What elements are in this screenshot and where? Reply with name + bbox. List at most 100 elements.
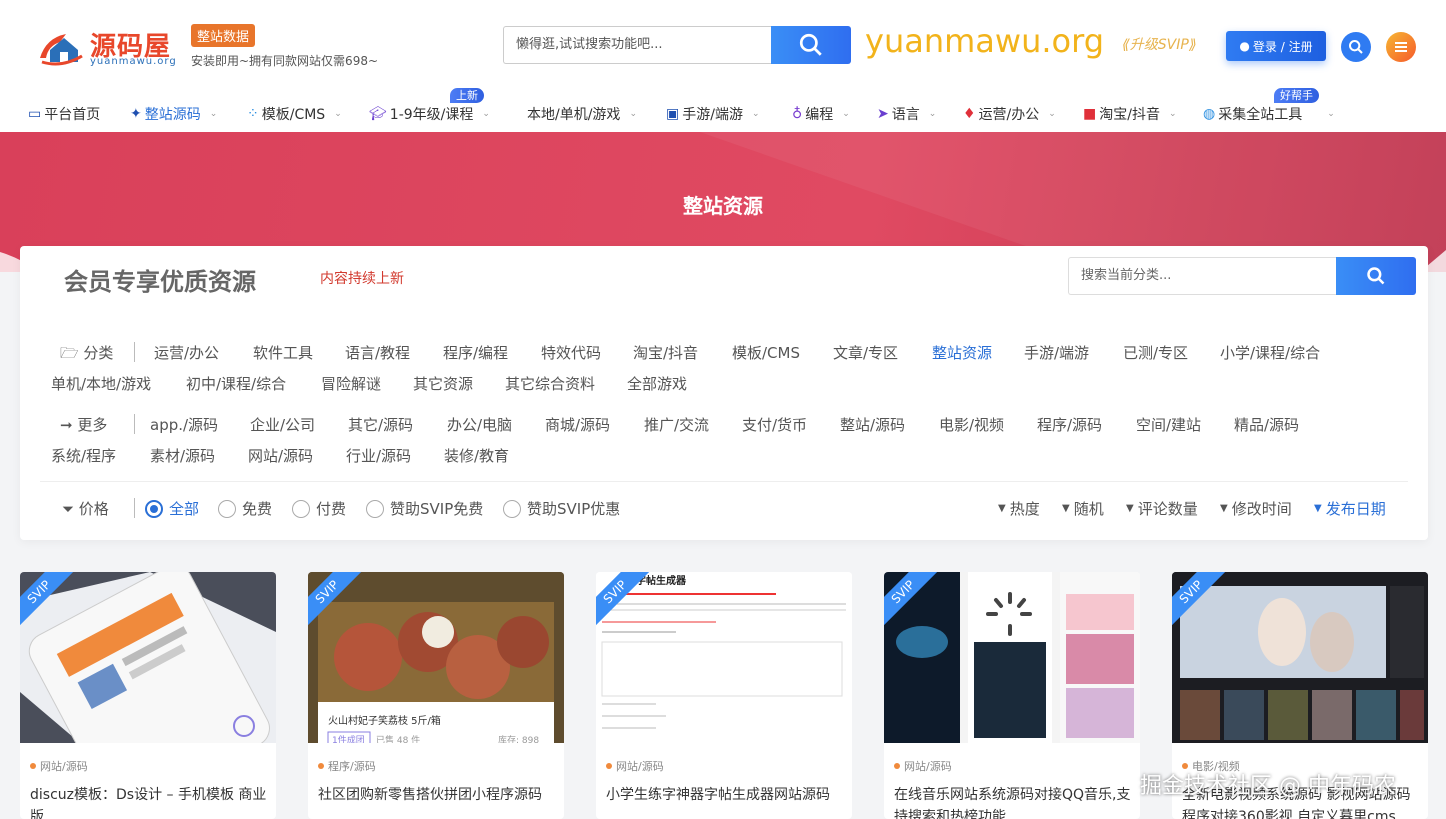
price-label: ⏷ 价格 (62, 498, 109, 519)
card-thumbnail[interactable]: 火山村妃子笑荔枝 5斤/箱 1件成团 已售 48 件 库存: 898 SVIP (308, 572, 564, 743)
tag-link[interactable]: 企业/公司 (250, 414, 315, 435)
nav-item-local-games[interactable]: 本地/单机/游戏 ⌄ (527, 104, 637, 124)
upgrade-svip-link[interactable]: ⟪升级SVIP⟫ (1122, 34, 1197, 54)
caret-down-icon: ▼ (1062, 503, 1070, 514)
category-link[interactable]: 单机/本地/游戏 (51, 373, 151, 394)
login-register-button[interactable]: ● 登录 / 注册 (1226, 31, 1326, 61)
price-option-free[interactable]: 免费 (218, 498, 272, 519)
tag-link[interactable]: 网站/源码 (248, 445, 313, 466)
card-category[interactable]: 网站/源码 (894, 758, 952, 774)
search-circle-button[interactable] (1341, 32, 1371, 62)
card-title[interactable]: 小学生练字神器字帖生成器网站源码 (606, 784, 846, 806)
category-link[interactable]: 程序/编程 (443, 342, 508, 363)
card-category-label: 程序/源码 (328, 760, 376, 773)
category-search-input[interactable]: 搜索当前分类... (1068, 257, 1336, 295)
lightbulb-icon: ♁ (792, 106, 803, 122)
category-link[interactable]: 已测/专区 (1123, 342, 1188, 363)
category-link[interactable]: 初中/课程/综合 (186, 373, 286, 394)
category-link-active[interactable]: 整站资源 (932, 342, 992, 363)
tag-link[interactable]: 电影/视频 (939, 414, 1004, 435)
nav-item-collect-tools[interactable]: ◍ 采集全站工具 ⌄ (1203, 104, 1335, 124)
category-link[interactable]: 其它综合资料 (505, 373, 595, 394)
tag-link[interactable]: 商城/源码 (545, 414, 610, 435)
tag-link[interactable]: 装修/教育 (444, 445, 509, 466)
category-link[interactable]: 软件工具 (253, 342, 313, 363)
chevron-down-icon: ⌄ (334, 109, 342, 119)
nav-item-taobao[interactable]: ■ 淘宝/抖音 ⌄ (1083, 104, 1177, 124)
sort-comments[interactable]: ▼ 评论数量 (1126, 498, 1198, 519)
category-search-button[interactable] (1336, 257, 1416, 295)
tag-link[interactable]: 推广/交流 (644, 414, 709, 435)
price-option-all[interactable]: 全部 (145, 498, 199, 519)
card-category[interactable]: 网站/源码 (30, 758, 88, 774)
category-link[interactable]: 冒险解谜 (321, 373, 381, 394)
card-thumbnail[interactable]: SVIP (884, 572, 1140, 743)
tag-link[interactable]: 办公/电脑 (447, 414, 512, 435)
card-category-label: 网站/源码 (40, 760, 88, 773)
category-link[interactable]: 语言/教程 (345, 342, 410, 363)
tag-link[interactable]: 行业/源码 (346, 445, 411, 466)
tag-link[interactable]: 精品/源码 (1234, 414, 1299, 435)
thumb-stock: 库存: 898 (498, 734, 539, 743)
nav-label: 平台首页 (44, 107, 101, 123)
card-category[interactable]: 程序/源码 (318, 758, 376, 774)
card-title[interactable]: discuz模板：Ds设计 – 手机模板 商业版 (30, 784, 270, 819)
category-link[interactable]: 文章/专区 (833, 342, 898, 363)
nav-item-template-cms[interactable]: ⁘ 模板/CMS ⌄ (247, 104, 342, 124)
card-thumbnail[interactable]: SVIP (1172, 572, 1428, 743)
global-search-button[interactable] (771, 26, 851, 64)
tag-link[interactable]: 其它/源码 (348, 414, 413, 435)
category-link[interactable]: 手游/端游 (1024, 342, 1089, 363)
card-thumbnail[interactable]: SVIP (20, 572, 276, 743)
category-link[interactable]: 其它资源 (413, 373, 473, 394)
tagline: 安装即用~拥有同款网站仅需698~ (191, 54, 379, 68)
resource-card[interactable]: SVIP 网站/源码 discuz模板：Ds设计 – 手机模板 商业版 (20, 572, 276, 819)
card-thumbnail[interactable]: 字帖生成器 SVIP (596, 572, 852, 743)
resource-card[interactable]: SVIP 网站/源码 在线音乐网站系统源码对接QQ音乐,支持搜索和热榜功能 (884, 572, 1140, 819)
resource-card[interactable]: 字帖生成器 SVIP 网站/源码 小学生练字神器字帖生成器网站源码 (596, 572, 852, 819)
site-logo[interactable]: 源码屋 yuanmawu.org (36, 24, 176, 72)
category-link[interactable]: 全部游戏 (627, 373, 687, 394)
category-link[interactable]: 运营/办公 (154, 342, 219, 363)
chevron-down-icon: ⌄ (629, 109, 637, 119)
card-title[interactable]: 社区团购新零售搭伙拼团小程序源码 (318, 784, 558, 806)
nav-item-mobile-games[interactable]: ▣ 手游/端游 ⌄ (666, 104, 760, 124)
tag-link[interactable]: 素材/源码 (150, 445, 215, 466)
radio-dot (292, 499, 310, 518)
tag-link[interactable]: 整站/源码 (840, 414, 905, 435)
card-title[interactable]: 在线音乐网站系统源码对接QQ音乐,支持搜索和热榜功能 (894, 784, 1134, 819)
nav-label: 淘宝/抖音 (1099, 107, 1160, 123)
nav-item-site-source[interactable]: ✦ 整站源码 ⌄ (130, 104, 217, 124)
global-search-input[interactable]: 懒得逛,试试搜索功能吧... (503, 26, 771, 64)
sort-random[interactable]: ▼ 随机 (1062, 498, 1104, 519)
menu-circle-button[interactable] (1386, 32, 1416, 62)
search-icon (799, 33, 822, 56)
sort-modified[interactable]: ▼ 修改时间 (1220, 498, 1292, 519)
tag-link[interactable]: 系统/程序 (51, 445, 116, 466)
sort-published[interactable]: ▼ 发布日期 (1314, 498, 1386, 519)
site-data-badge[interactable]: 整站数据 (191, 24, 256, 47)
nav-item-home[interactable]: ▭ 平台首页 (28, 104, 100, 124)
price-option-svip-free[interactable]: 赞助SVIP免费 (366, 498, 483, 519)
price-option-svip-discount[interactable]: 赞助SVIP优惠 (503, 498, 620, 519)
price-option-paid[interactable]: 付费 (292, 498, 346, 519)
category-link[interactable]: 特效代码 (541, 342, 601, 363)
category-link[interactable]: 淘宝/抖音 (633, 342, 698, 363)
card-category[interactable]: 网站/源码 (606, 758, 664, 774)
nav-item-operations[interactable]: ♦ 运营/办公 ⌄ (963, 104, 1056, 124)
radio-label: 付费 (316, 500, 347, 518)
tag-link[interactable]: 支付/货币 (742, 414, 807, 435)
nav-item-programming[interactable]: ♁ 编程 ⌄ (792, 104, 850, 124)
nav-item-language[interactable]: ➤ 语言 ⌄ (877, 104, 936, 124)
category-link[interactable]: 小学/课程/综合 (1220, 342, 1320, 363)
nav-item-courses[interactable]: 🎓︎ 1-9年级/课程 ⌄ (369, 104, 490, 124)
category-link[interactable]: 模板/CMS (732, 342, 800, 363)
divider (134, 342, 135, 362)
wing-icon: ⟪ (1122, 37, 1130, 53)
sort-popularity[interactable]: ▼ 热度 (998, 498, 1040, 519)
tag-link[interactable]: 程序/源码 (1037, 414, 1102, 435)
tag-link[interactable]: app./源码 (150, 414, 218, 435)
resource-card[interactable]: 火山村妃子笑荔枝 5斤/箱 1件成团 已售 48 件 库存: 898 SVIP … (308, 572, 564, 819)
tag-link[interactable]: 空间/建站 (1136, 414, 1201, 435)
radio-dot (503, 499, 521, 518)
